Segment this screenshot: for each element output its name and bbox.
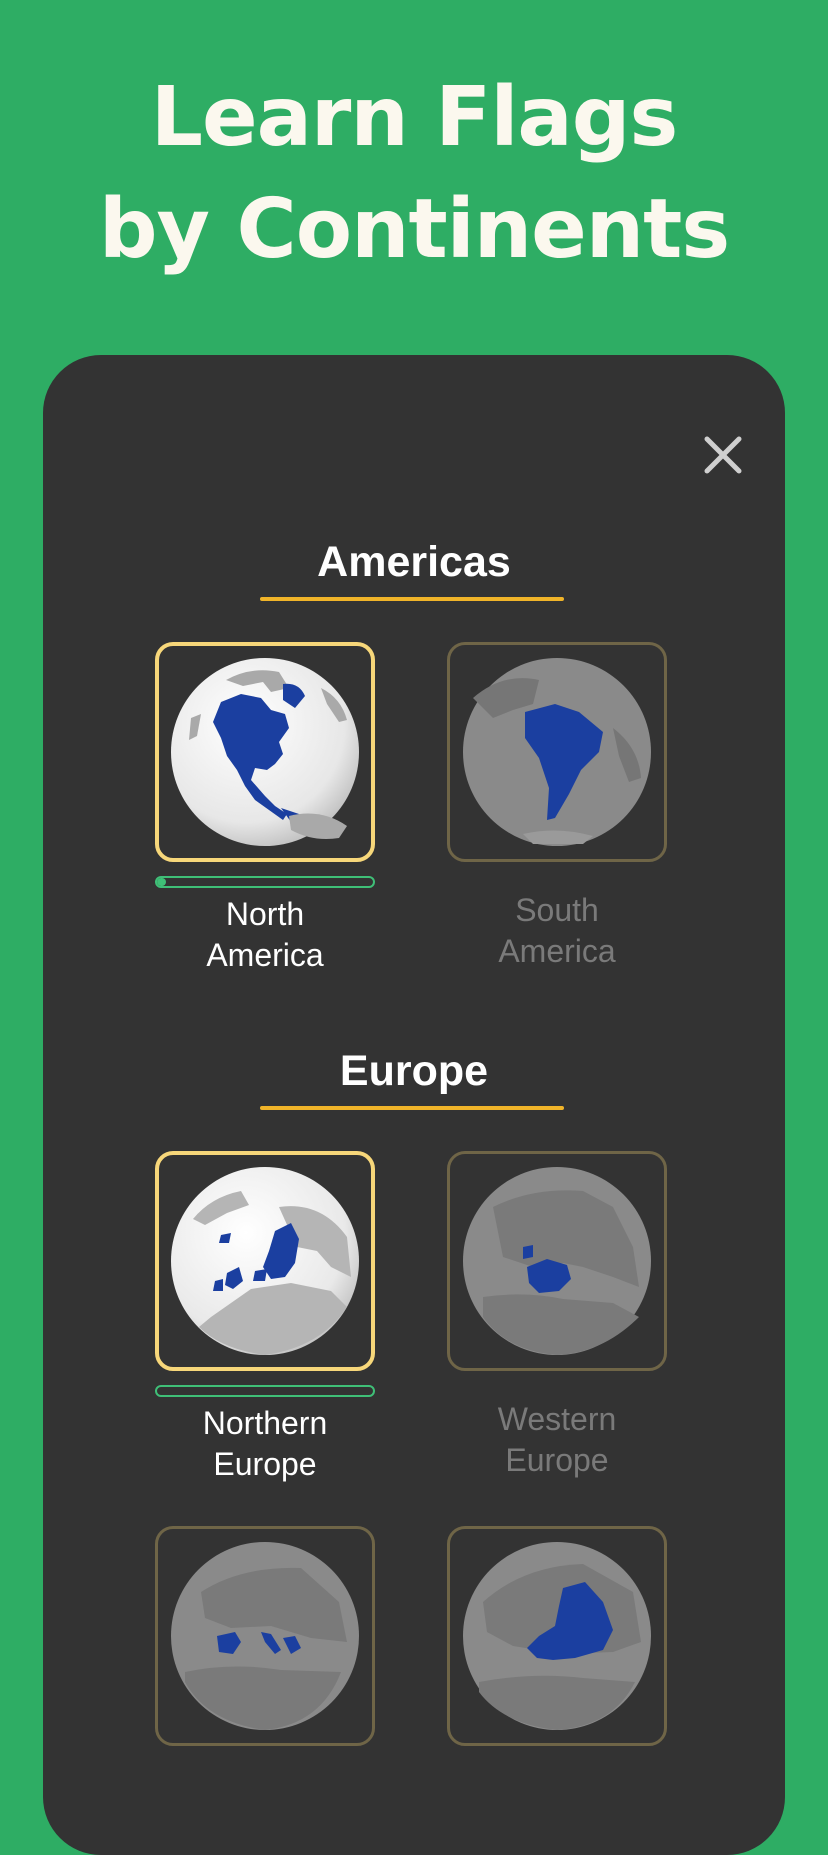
label-line-2: Europe	[505, 1442, 609, 1478]
close-button[interactable]	[698, 430, 748, 480]
card-northern-europe[interactable]	[155, 1151, 375, 1371]
label-line-1: Northern	[202, 1405, 328, 1441]
card-north-america[interactable]	[155, 642, 375, 862]
headline: Learn Flags by Continents	[0, 62, 828, 286]
card-label-northern-europe: Northern Europe	[115, 1403, 415, 1485]
north-america-progress	[155, 876, 375, 888]
western-europe-globe-icon	[463, 1167, 651, 1355]
card-western-europe[interactable]	[447, 1151, 667, 1371]
card-southern-europe[interactable]	[155, 1526, 375, 1746]
label-line-1: South	[515, 892, 599, 928]
label-line-2: America	[498, 933, 616, 969]
close-icon	[704, 436, 742, 474]
section-underline-americas	[260, 597, 564, 601]
south-america-globe-icon	[463, 658, 651, 846]
section-title-europe: Europe	[339, 1047, 489, 1095]
card-label-north-america: North America	[115, 894, 415, 976]
card-eastern-europe[interactable]	[447, 1526, 667, 1746]
label-line-1: Western	[497, 1401, 617, 1437]
label-line-1: North	[225, 896, 305, 932]
southern-europe-globe-icon	[171, 1542, 359, 1730]
card-south-america[interactable]	[447, 642, 667, 862]
north-america-globe-icon	[171, 658, 359, 846]
label-line-2: America	[206, 937, 324, 973]
headline-line-1: Learn Flags	[150, 70, 679, 165]
label-line-2: Europe	[213, 1446, 317, 1482]
continents-sheet: Americas North America South America Eur…	[43, 355, 785, 1855]
northern-europe-globe-icon	[171, 1167, 359, 1355]
north-america-progress-fill	[157, 878, 166, 886]
eastern-europe-globe-icon	[463, 1542, 651, 1730]
northern-europe-progress	[155, 1385, 375, 1397]
headline-line-2: by Continents	[98, 182, 730, 277]
card-label-western-europe: Western Europe	[407, 1399, 707, 1481]
section-underline-europe	[260, 1106, 564, 1110]
card-label-south-america: South America	[407, 890, 707, 972]
section-title-americas: Americas	[317, 538, 511, 586]
